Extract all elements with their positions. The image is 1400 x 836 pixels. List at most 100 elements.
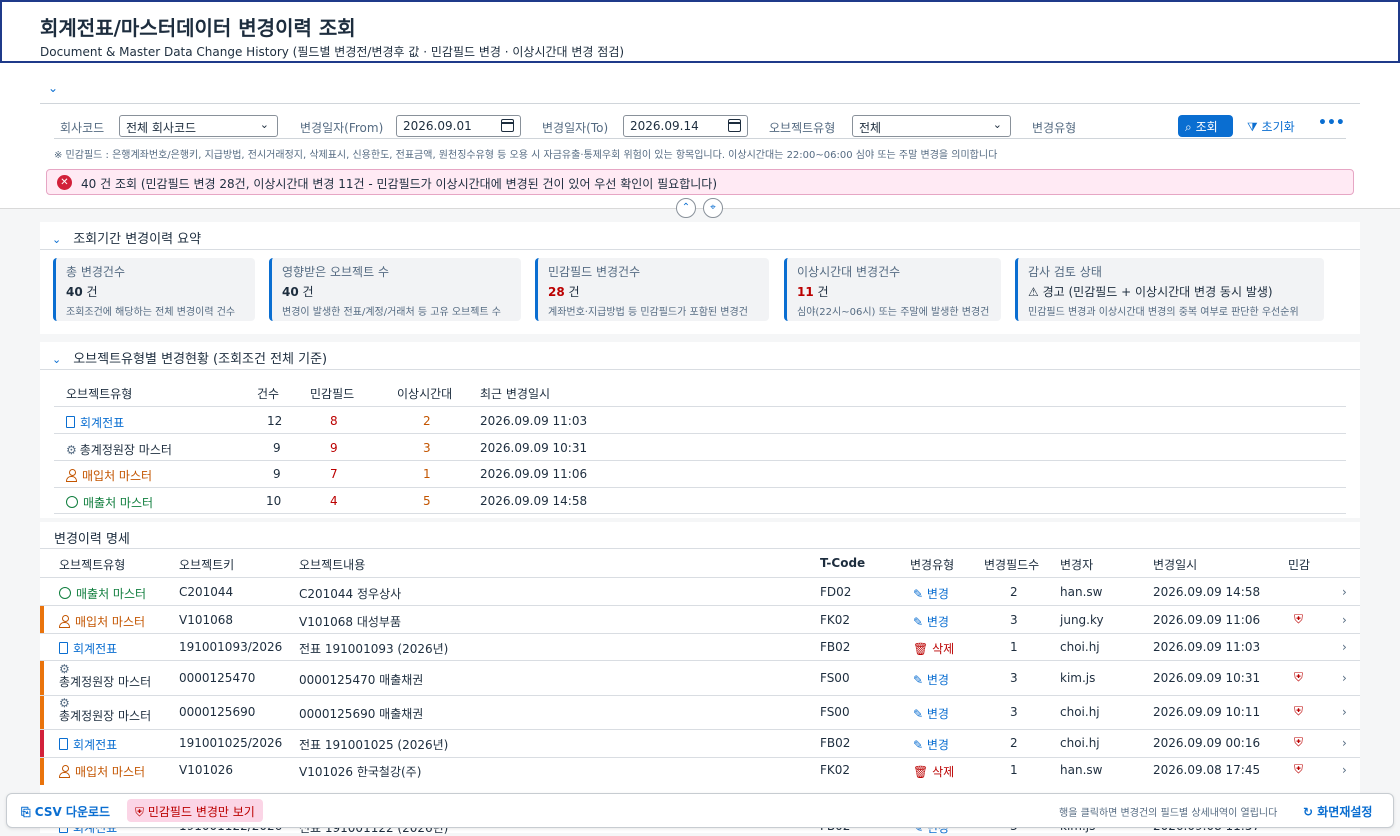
- card-desc: 변경이 발생한 전표/계정/거래처 등 고유 오브젝트 수: [282, 307, 502, 318]
- shield-icon: ⛨: [135, 805, 145, 819]
- row-type[interactable]: ⚙ 총계정원장 마스터: [59, 697, 151, 723]
- company-label: 회사코드: [60, 121, 105, 135]
- row-highlight: [40, 661, 44, 695]
- row-type[interactable]: 매입처 마스터: [59, 763, 145, 780]
- row-ctype: ✎ 변경: [913, 615, 949, 629]
- page-title: 회계전표/마스터데이터 변경이력 조회: [40, 16, 356, 40]
- shield-icon: ⛨: [1294, 612, 1304, 626]
- reset-view-button[interactable]: ↻ 화면재설정: [1303, 803, 1372, 820]
- bytype-odd: 1: [423, 467, 431, 481]
- row-desc: V101026 한국철강(주): [299, 765, 422, 779]
- edit-icon: ✎: [913, 738, 924, 752]
- bytype-row-type[interactable]: ⚙ 총계정원장 마스터: [66, 441, 172, 458]
- row-desc: 0000125470 매출채권: [299, 673, 424, 687]
- row-fields: 3: [1010, 613, 1018, 627]
- collapse-header-button[interactable]: ⌃: [676, 198, 696, 218]
- summary-title[interactable]: ⌄ 조회기간 변경이력 요약: [52, 228, 201, 247]
- card-value: 11 건: [797, 285, 829, 299]
- row-type[interactable]: 매출처 마스터: [59, 585, 146, 602]
- reset-button[interactable]: ⧩ 초기화: [1247, 118, 1295, 135]
- chevron-right-icon[interactable]: ›: [1342, 613, 1347, 627]
- document-icon: [59, 642, 68, 654]
- col-header: 오브젝트내용: [299, 558, 366, 572]
- from-date-input[interactable]: 2026.09.01: [396, 115, 521, 137]
- row-tcode: FK02: [820, 763, 851, 777]
- bytype-sens: 4: [330, 494, 338, 508]
- chevron-down-icon[interactable]: ⌄: [48, 81, 58, 95]
- col-header: 변경유형: [910, 558, 955, 572]
- row-tcode: FD02: [820, 585, 852, 599]
- row-ctype: 🗑 삭제: [913, 642, 955, 656]
- divider: [40, 548, 1360, 549]
- row-type[interactable]: 회계전표: [59, 640, 117, 657]
- row-highlight: [40, 696, 44, 729]
- chevron-right-icon[interactable]: ›: [1342, 585, 1347, 599]
- card-value: 40 건: [66, 285, 98, 299]
- objtype-select[interactable]: 전체 ⌄: [852, 115, 1011, 137]
- row-date: 2026.09.09 11:06: [1153, 613, 1261, 627]
- divider: [54, 513, 1346, 514]
- card-title: 감사 검토 상태: [1028, 265, 1102, 279]
- card-desc: 계좌번호·지급방법 등 민감필드가 포함된 변경건: [548, 307, 748, 318]
- calendar-icon[interactable]: [728, 119, 741, 132]
- to-date-input[interactable]: 2026.09.14: [623, 115, 748, 137]
- bytype-title[interactable]: ⌄ 오브젝트유형별 변경현황 (조회조건 전체 기준): [52, 348, 327, 367]
- row-date: 2026.09.09 10:11: [1153, 705, 1261, 719]
- row-fields: 2: [1010, 585, 1018, 599]
- edit-icon: ✎: [913, 673, 924, 687]
- row-key: C201044: [179, 585, 234, 599]
- col-header: 최근 변경일시: [480, 387, 551, 401]
- row-type[interactable]: 회계전표: [59, 736, 117, 753]
- row-tcode: FK02: [820, 613, 851, 627]
- chevron-right-icon[interactable]: ›: [1342, 671, 1347, 685]
- bytype-count: 10: [266, 494, 282, 508]
- row-user: choi.hj: [1060, 736, 1100, 750]
- customer-icon: [66, 496, 78, 508]
- divider: [54, 460, 1346, 461]
- bytype-row-type[interactable]: 회계전표: [66, 414, 124, 431]
- summary-card-oddhours: 이상시간대 변경건수 11 건 심야(22시~06시) 또는 주말에 발생한 변…: [784, 258, 1001, 321]
- shield-icon: ⛨: [1294, 762, 1304, 776]
- more-button[interactable]: •••: [1318, 115, 1345, 131]
- col-header: 오브젝트키: [179, 558, 235, 572]
- pin-header-button[interactable]: ⌖: [703, 198, 723, 218]
- summary-card-total: 총 변경건수 40 건 조회조건에 해당하는 전체 변경이력 건수: [53, 258, 255, 321]
- bytype-count: 9: [273, 441, 281, 455]
- error-message-text: 40 건 조회 (민감필드 변경 28건, 이상시간대 변경 11건 - 민감필…: [81, 177, 718, 191]
- company-select[interactable]: 전체 회사코드 ⌄: [119, 115, 278, 137]
- export-icon: ⎘: [21, 805, 31, 819]
- search-button[interactable]: ⌕ 조회: [1178, 115, 1233, 137]
- row-date: 2026.09.09 00:16: [1153, 736, 1261, 750]
- row-user: jung.ky: [1060, 613, 1104, 627]
- error-icon: ✕: [57, 175, 72, 190]
- divider: [40, 577, 1360, 578]
- row-ctype: 🗑 삭제: [913, 765, 955, 779]
- search-button-label: 조회: [1195, 120, 1218, 134]
- row-date: 2026.09.09 11:03: [1153, 640, 1261, 654]
- chevron-right-icon[interactable]: ›: [1342, 736, 1347, 750]
- bytype-last: 2026.09.09 11:03: [480, 414, 588, 428]
- bytype-odd: 3: [423, 441, 431, 455]
- row-type[interactable]: ⚙ 총계정원장 마스터: [59, 663, 151, 689]
- calendar-icon[interactable]: [501, 119, 514, 132]
- bytype-last: 2026.09.09 14:58: [480, 494, 588, 508]
- shield-icon: ⛨: [1294, 670, 1304, 684]
- row-highlight: [40, 758, 44, 785]
- col-header: 민감필드: [310, 387, 355, 401]
- row-tcode: FB02: [820, 736, 851, 750]
- gear-icon: ⚙: [66, 443, 77, 457]
- col-header: 건수: [257, 387, 280, 401]
- bytype-row-type[interactable]: 매입처 마스터: [66, 467, 152, 484]
- row-fields: 1: [1010, 763, 1018, 777]
- row-key: 0000125470: [179, 671, 256, 685]
- chevron-right-icon[interactable]: ›: [1342, 705, 1347, 719]
- bytype-row-type[interactable]: 매출처 마스터: [66, 494, 153, 511]
- sensitive-only-toggle[interactable]: ⛨ 민감필드 변경만 보기: [127, 799, 263, 822]
- card-value: 28 건: [548, 285, 580, 299]
- row-type[interactable]: 매입처 마스터: [59, 613, 145, 630]
- chevron-right-icon[interactable]: ›: [1342, 763, 1347, 777]
- divider: [54, 138, 1346, 139]
- chevron-right-icon[interactable]: ›: [1342, 640, 1347, 654]
- row-tcode: FB02: [820, 640, 851, 654]
- csv-download-button[interactable]: ⎘ CSV 다운로드: [21, 803, 110, 820]
